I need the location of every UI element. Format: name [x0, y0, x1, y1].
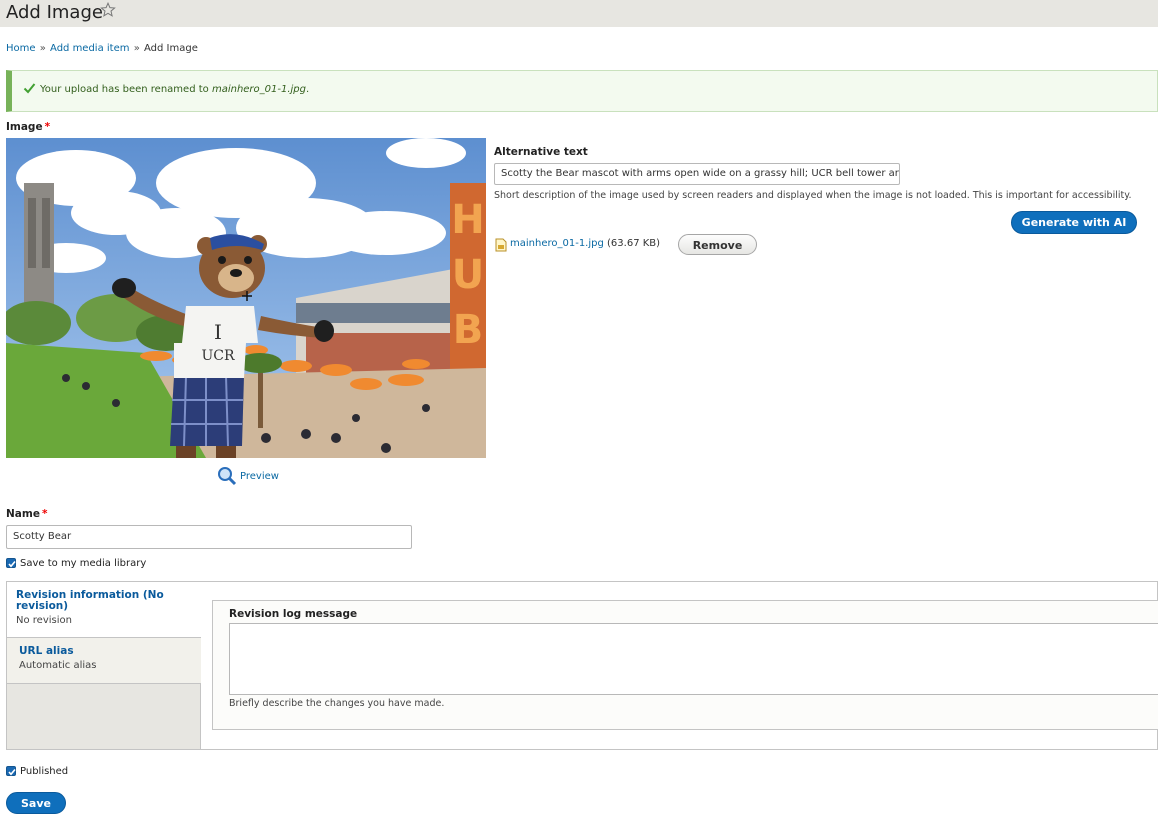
magnifier-icon [217, 466, 237, 489]
status-message: Your upload has been renamed to mainhero… [6, 70, 1158, 112]
tab-revision-title: Revision information (No revision) [16, 589, 164, 612]
required-marker: * [44, 121, 51, 133]
breadcrumb-home-link[interactable]: Home [6, 43, 36, 54]
message-prefix: Your upload has been renamed to [40, 84, 209, 95]
required-marker: * [41, 508, 48, 520]
file-link-wrapper: mainhero_01-1.jpg (63.67 KB) [510, 238, 660, 249]
photo-sign-h: H [451, 197, 484, 243]
revision-log-description: Briefly describe the changes you have ma… [229, 698, 445, 709]
image-preview: H U B I UCR [6, 138, 486, 458]
breadcrumb-separator: » [39, 43, 46, 54]
save-to-library-label: Save to my media library [20, 558, 147, 569]
photo-sign-b: B [453, 307, 484, 353]
alt-text-label: Alternative text [494, 146, 588, 158]
preview-link-label: Preview [240, 471, 279, 482]
page-title: Add Image [6, 2, 103, 23]
breadcrumb-separator: » [133, 43, 140, 54]
message-suffix: . [306, 84, 310, 95]
published-label: Published [20, 766, 69, 777]
breadcrumb-current: Add Image [144, 43, 198, 54]
tab-revision-summary: No revision [16, 615, 72, 626]
remove-button[interactable]: Remove [678, 234, 757, 255]
status-message-text: Your upload has been renamed to mainhero… [40, 84, 309, 95]
tab-url-alias[interactable]: URL alias Automatic alias [7, 638, 201, 684]
tab-url-alias-summary: Automatic alias [19, 660, 97, 671]
name-input[interactable]: Scotty Bear [6, 525, 412, 549]
name-field-label: Name * [6, 508, 47, 520]
file-link[interactable]: mainhero_01-1.jpg [510, 238, 604, 249]
breadcrumb: Home » Add media item » Add Image [6, 42, 198, 55]
image-label-text: Image [6, 121, 43, 133]
save-to-library-checkbox[interactable] [6, 558, 16, 568]
shirt-text-1: I [214, 320, 222, 344]
message-filename: mainhero_01-1.jpg [211, 84, 307, 95]
revision-log-label: Revision log message [229, 608, 358, 620]
revision-pane: Revision log message Briefly describe th… [212, 600, 1158, 730]
tab-url-alias-title: URL alias [19, 645, 74, 657]
shirt-text-2: UCR [201, 348, 235, 364]
file-size: (63.67 KB) [607, 238, 661, 249]
revision-log-textarea[interactable] [229, 623, 1158, 695]
photo-sign-u: U [452, 252, 484, 298]
image-file-icon [495, 238, 507, 255]
published-checkbox[interactable] [6, 766, 16, 776]
vertical-tabs: Revision information (No revision) No re… [6, 581, 1158, 750]
title-bar: Add Image [0, 0, 1158, 27]
alt-text-input[interactable]: Scotty the Bear mascot with arms open wi… [494, 163, 900, 185]
save-button[interactable]: Save [6, 792, 66, 814]
tab-revision-information[interactable]: Revision information (No revision) No re… [7, 582, 201, 638]
star-outline-icon[interactable] [100, 1, 116, 21]
name-label-text: Name [6, 508, 40, 520]
breadcrumb-add-media-link[interactable]: Add media item [50, 43, 129, 54]
generate-with-ai-button[interactable]: Generate with AI [1011, 211, 1137, 234]
vertical-tabs-menu: Revision information (No revision) No re… [7, 582, 201, 749]
check-icon [23, 82, 36, 97]
image-field-label: Image * [6, 121, 50, 133]
alt-text-description: Short description of the image used by s… [494, 190, 1132, 201]
